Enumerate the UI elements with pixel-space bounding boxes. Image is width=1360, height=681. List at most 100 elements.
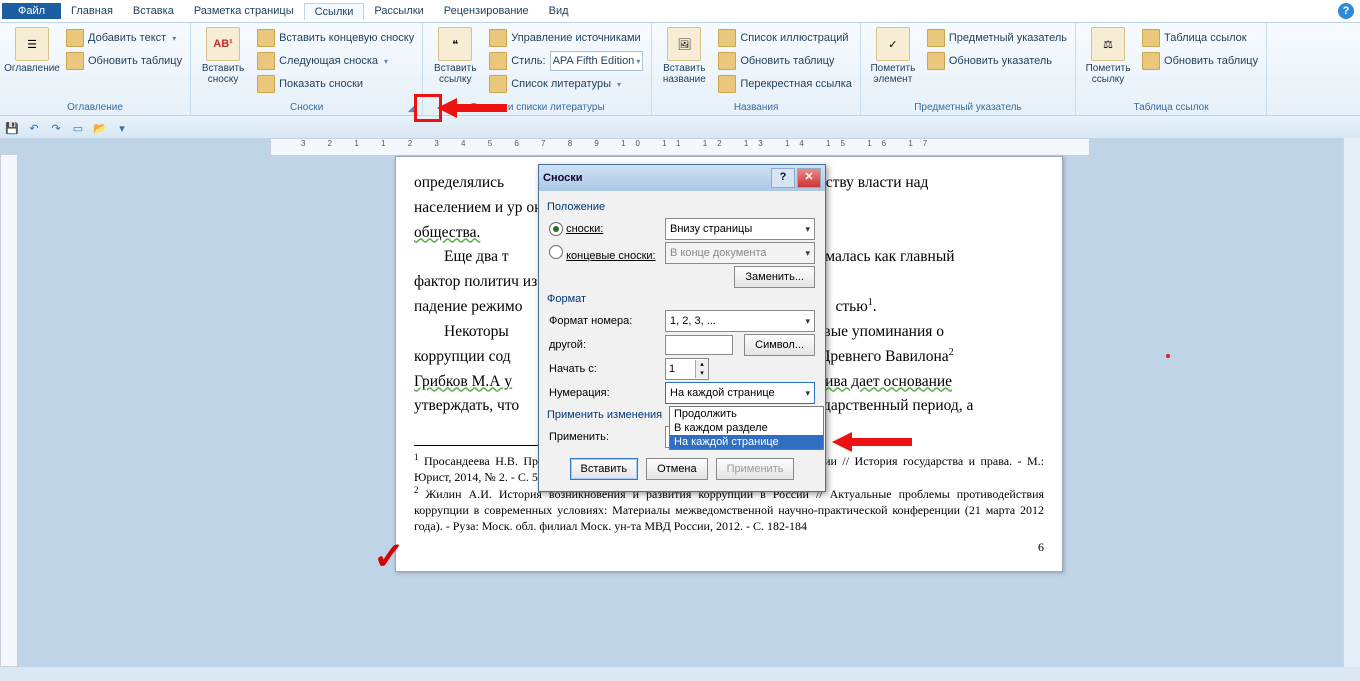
- dialog-help-button[interactable]: ?: [771, 168, 795, 188]
- update-toa-button[interactable]: Обновить таблицу: [1138, 50, 1262, 72]
- help-icon[interactable]: ?: [1338, 3, 1354, 19]
- spin-up-icon[interactable]: ▴: [696, 360, 708, 369]
- dialog-close-button[interactable]: ✕: [797, 168, 821, 188]
- horizontal-ruler[interactable]: 3 2 1 1 2 3 4 5 6 7 8 9 10 11 12 13 14 1…: [270, 138, 1090, 156]
- insert-index-button[interactable]: Предметный указатель: [923, 27, 1071, 49]
- endnote-location-combo: В конце документа▾: [665, 242, 815, 264]
- new-icon[interactable]: ▭: [70, 120, 86, 136]
- add-text-button[interactable]: Добавить текст▾: [62, 27, 186, 49]
- insert-citation-button[interactable]: ❝ Вставить ссылку: [427, 25, 483, 85]
- next-footnote-button[interactable]: Следующая сноска▾: [253, 50, 418, 72]
- next-icon: [257, 52, 275, 70]
- numbering-option-page[interactable]: На каждой странице: [670, 435, 823, 449]
- bibliography-label: Список литературы: [511, 78, 611, 90]
- undo-icon[interactable]: ↶: [26, 120, 42, 136]
- mark-citation-label: Пометить ссылку: [1086, 63, 1131, 85]
- insert-footnote-button[interactable]: AB¹ Вставить сноску: [195, 25, 251, 85]
- number-format-combo[interactable]: 1, 2, 3, ...▾: [665, 310, 815, 332]
- bibliography-button[interactable]: Список литературы ▾: [485, 73, 647, 95]
- update-index-button[interactable]: Обновить указатель: [923, 50, 1071, 72]
- update-captions-button[interactable]: Обновить таблицу: [714, 50, 856, 72]
- endnotes-radio-row[interactable]: концевые сноски:: [549, 245, 659, 262]
- tab-file[interactable]: Файл: [2, 3, 61, 19]
- qat-more-icon[interactable]: ▾: [114, 120, 130, 136]
- insert-caption-label: Вставить название: [663, 63, 706, 85]
- tab-layout[interactable]: Разметка страницы: [184, 3, 304, 19]
- group-toc: ☰ Оглавление Добавить текст▾ Обновить та…: [0, 23, 191, 115]
- group-footnotes: AB¹ Вставить сноску Вставить концевую сн…: [191, 23, 423, 115]
- cross-reference-button[interactable]: Перекрестная ссылка: [714, 73, 856, 95]
- numbering-combo[interactable]: На каждой странице▾: [665, 382, 815, 404]
- ribbon: ☰ Оглавление Добавить текст▾ Обновить та…: [0, 23, 1360, 116]
- redo-icon[interactable]: ↷: [48, 120, 64, 136]
- vertical-ruler[interactable]: [0, 154, 18, 667]
- tab-mailings[interactable]: Рассылки: [364, 3, 433, 19]
- numbering-dropdown-list[interactable]: Продолжить В каждом разделе На каждой ст…: [669, 406, 824, 450]
- update-captions-label: Обновить таблицу: [740, 55, 834, 67]
- show-footnotes-button[interactable]: Показать сноски: [253, 73, 418, 95]
- mark-entry-button[interactable]: ✓ Пометить элемент: [865, 25, 921, 85]
- toc-label: Оглавление: [4, 63, 60, 74]
- endnote-icon: [257, 29, 275, 47]
- style-row[interactable]: Стиль: APA Fifth Edition▾: [485, 50, 647, 72]
- group-label-index: Предметный указатель: [865, 102, 1071, 115]
- footnote-icon: AB¹: [206, 27, 240, 61]
- cancel-button[interactable]: Отмена: [646, 458, 707, 480]
- update-toc-button[interactable]: Обновить таблицу: [62, 50, 186, 72]
- status-bar: [0, 667, 1360, 681]
- toa-label: Таблица ссылок: [1164, 32, 1247, 44]
- refresh-icon: [66, 52, 84, 70]
- numbering-label: Нумерация:: [549, 387, 659, 399]
- start-at-spinner[interactable]: ▴▾: [665, 358, 709, 380]
- group-label-toa: Таблица ссылок: [1080, 102, 1262, 115]
- dialog-title: Сноски: [543, 172, 583, 184]
- insert-endnote-button[interactable]: Вставить концевую сноску: [253, 27, 418, 49]
- group-label-captions: Названия: [656, 102, 856, 115]
- group-index: ✓ Пометить элемент Предметный указатель …: [861, 23, 1076, 115]
- tab-view[interactable]: Вид: [539, 3, 579, 19]
- insert-button[interactable]: Вставить: [570, 458, 639, 480]
- tab-home[interactable]: Главная: [61, 3, 123, 19]
- section-format: Формат: [547, 293, 815, 305]
- annotation-checkmark: ✓: [373, 534, 405, 579]
- numbering-option-section[interactable]: В каждом разделе: [670, 421, 823, 435]
- start-at-input[interactable]: [666, 362, 695, 376]
- mark-citation-button[interactable]: ⚖ Пометить ссылку: [1080, 25, 1136, 85]
- tab-references[interactable]: Ссылки: [304, 3, 365, 20]
- section-position: Положение: [547, 201, 815, 213]
- start-at-label: Начать с:: [549, 363, 659, 375]
- insert-toa-button[interactable]: Таблица ссылок: [1138, 27, 1262, 49]
- style-combo[interactable]: APA Fifth Edition▾: [550, 51, 644, 71]
- insert-citation-label: Вставить ссылку: [434, 63, 476, 85]
- symbol-button[interactable]: Символ...: [744, 334, 815, 356]
- update-index-label: Обновить указатель: [949, 55, 1052, 67]
- toc-button[interactable]: ☰ Оглавление: [4, 25, 60, 74]
- dialog-titlebar[interactable]: Сноски ? ✕: [539, 165, 825, 191]
- tab-insert[interactable]: Вставка: [123, 3, 184, 19]
- manage-sources-button[interactable]: Управление источниками: [485, 27, 647, 49]
- open-icon[interactable]: 📂: [92, 120, 108, 136]
- custom-mark-input[interactable]: [665, 335, 733, 355]
- illus-label: Список иллюстраций: [740, 32, 848, 44]
- apply-to-label: Применить:: [549, 431, 659, 443]
- footnotes-radio-row[interactable]: сноски:: [549, 222, 659, 236]
- vertical-scrollbar[interactable]: [1343, 138, 1360, 667]
- insert-endnote-label: Вставить концевую сноску: [279, 32, 414, 44]
- show-footnotes-label: Показать сноски: [279, 78, 363, 90]
- insert-caption-button[interactable]: 🖼 Вставить название: [656, 25, 712, 85]
- refresh-icon: [718, 52, 736, 70]
- annotation-arrow-2: [832, 432, 912, 452]
- footnote-location-combo[interactable]: Внизу страницы▾: [665, 218, 815, 240]
- spin-down-icon[interactable]: ▾: [696, 369, 708, 378]
- update-toc-label: Обновить таблицу: [88, 55, 182, 67]
- show-icon: [257, 75, 275, 93]
- tab-review[interactable]: Рецензирование: [434, 3, 539, 19]
- apply-button: Применить: [716, 458, 795, 480]
- chevron-down-icon: ▾: [617, 80, 621, 89]
- numbering-option-continue[interactable]: Продолжить: [670, 407, 823, 421]
- save-icon[interactable]: 💾: [4, 120, 20, 136]
- table-of-figures-button[interactable]: Список иллюстраций: [714, 27, 856, 49]
- group-label-fn: Сноски◢: [195, 102, 418, 115]
- sources-icon: [489, 29, 507, 47]
- replace-button[interactable]: Заменить...: [734, 266, 815, 288]
